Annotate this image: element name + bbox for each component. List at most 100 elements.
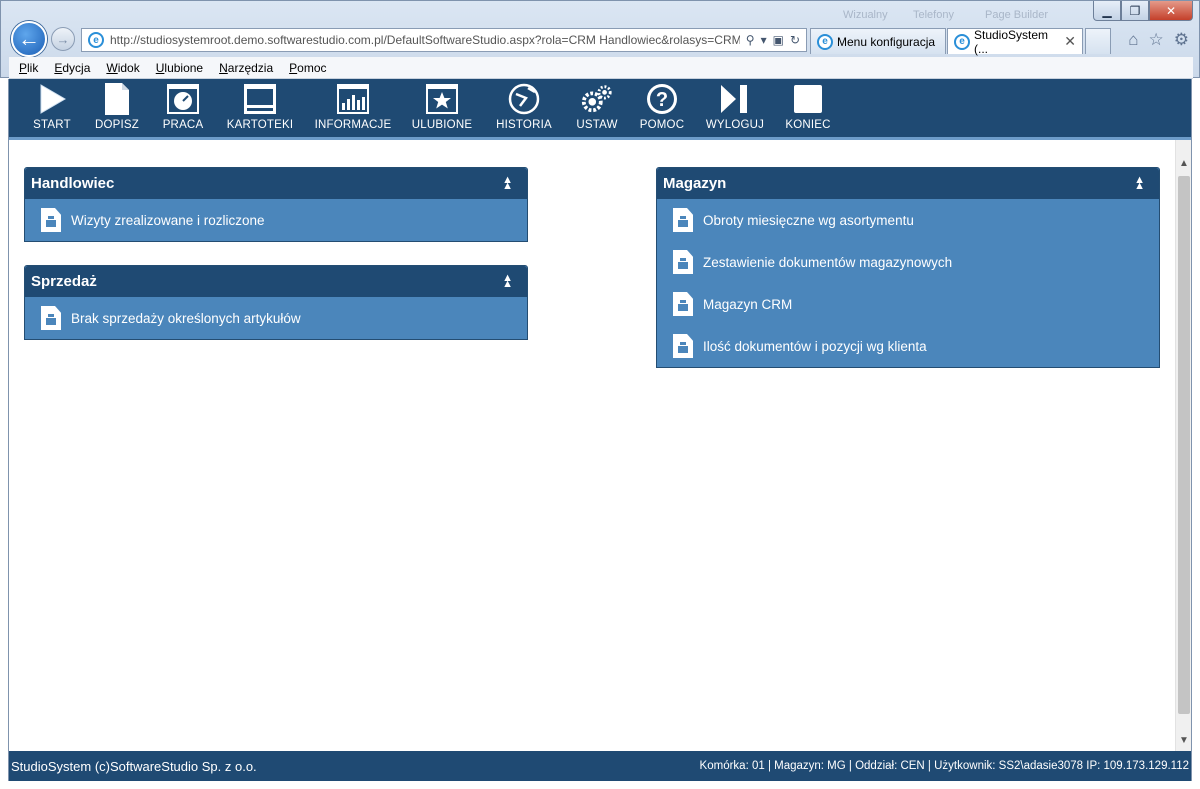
ie-tab-icon: e	[954, 33, 970, 50]
item-label: Zestawienie dokumentów magazynowych	[703, 254, 953, 270]
address-url[interactable]: http://studiosystemroot.demo.softwarestu…	[110, 33, 740, 47]
status-bar: StudioSystem (c)SoftwareStudio Sp. z o.o…	[9, 751, 1191, 781]
dopisz-button[interactable]: DOPISZ	[83, 79, 151, 137]
item-label: Magazyn CRM	[703, 296, 793, 312]
panel-title: Magazyn	[663, 175, 727, 192]
panel-header[interactable]: Magazyn ▲ ▲	[657, 168, 1159, 199]
list-item[interactable]: Wizyty zrealizowane i rozliczone	[25, 199, 527, 241]
list-item[interactable]: Obroty miesięczne wg asortymentu	[657, 199, 1159, 241]
report-document-icon	[673, 292, 693, 316]
report-document-icon	[41, 208, 61, 232]
ghost-toolbar: Page Builder	[985, 9, 1048, 21]
panel-header[interactable]: Sprzedaż ▲ ▲	[25, 266, 527, 297]
panel-header[interactable]: Handlowiec ▲ ▲	[25, 168, 527, 199]
item-label: Obroty miesięczne wg asortymentu	[703, 212, 914, 228]
item-label: Ilość dokumentów i pozycji wg klienta	[703, 338, 927, 354]
report-document-icon	[673, 250, 693, 274]
home-icon[interactable]: ⌂	[1128, 30, 1138, 50]
panel-sprzedaz: Sprzedaż ▲ ▲ Brak sprzedaży określonych a…	[24, 265, 528, 340]
ghost-toolbar: Telefony	[913, 9, 954, 21]
panel-magazyn: Magazyn ▲ ▲ Obroty miesięczne wg asortyme…	[656, 167, 1160, 368]
ulubione-button[interactable]: ULUBIONE	[401, 79, 483, 137]
report-document-icon	[41, 306, 61, 330]
menu-pomoc[interactable]: Pomoc	[289, 61, 326, 75]
new-tab-button[interactable]	[1085, 28, 1111, 54]
report-document-icon	[673, 208, 693, 232]
item-label: Brak sprzedaży określonych artykułów	[71, 310, 301, 326]
koniec-button[interactable]: KONIEC	[775, 79, 841, 137]
scroll-up-icon[interactable]: ▲	[1176, 154, 1192, 172]
ie-page-icon: e	[88, 32, 104, 48]
praca-button[interactable]: PRACA	[151, 79, 215, 137]
logout-icon	[718, 82, 752, 116]
minimize-button[interactable]: ▁	[1093, 1, 1121, 21]
scroll-down-icon[interactable]: ▼	[1176, 731, 1192, 749]
main-content: Handlowiec ▲ ▲ Wizyty zrealizowane i rozl…	[9, 140, 1175, 751]
help-icon: ?	[645, 82, 679, 116]
historia-button[interactable]: HISTORIA	[483, 79, 565, 137]
kartoteki-button[interactable]: KARTOTEKI	[215, 79, 305, 137]
item-label: Wizyty zrealizowane i rozliczone	[71, 212, 265, 228]
settings-gear-icon[interactable]: ⚙	[1174, 30, 1189, 50]
forward-button[interactable]: →	[51, 27, 75, 51]
play-icon	[35, 82, 69, 116]
collapse-icon[interactable]: ▲ ▲	[1134, 175, 1145, 192]
menu-bar: Plik Edycja Widok Ulubione Narzędzia Pom…	[9, 57, 1193, 79]
address-bar[interactable]: e http://studiosystemroot.demo.softwares…	[81, 28, 807, 52]
vertical-scrollbar[interactable]: ▲ ▼	[1175, 140, 1191, 751]
list-item[interactable]: Brak sprzedaży określonych artykułów	[25, 297, 527, 339]
session-info: Komórka: 01 | Magazyn: MG | Oddział: CEN…	[699, 760, 1189, 772]
panel-handlowiec: Handlowiec ▲ ▲ Wizyty zrealizowane i rozl…	[24, 167, 528, 242]
history-icon	[507, 82, 541, 116]
ie-tab-icon: e	[817, 33, 833, 50]
bar-chart-icon	[336, 82, 370, 116]
list-item[interactable]: Zestawienie dokumentów magazynowych	[657, 241, 1159, 283]
list-item[interactable]: Magazyn CRM	[657, 283, 1159, 325]
wyloguj-button[interactable]: WYLOGUJ	[695, 79, 775, 137]
arrow-left-icon: ←	[18, 26, 40, 51]
panel-title: Sprzedaż	[31, 273, 97, 290]
square-icon	[791, 82, 825, 116]
start-button[interactable]: START	[21, 79, 83, 137]
list-item[interactable]: Ilość dokumentów i pozycji wg klienta	[657, 325, 1159, 367]
window-icon	[243, 82, 277, 116]
tab-menu-konfiguracja[interactable]: e Menu konfiguracja	[810, 28, 946, 54]
search-icon[interactable]: ⚲	[746, 33, 755, 47]
favorites-star-icon[interactable]: ☆	[1149, 30, 1164, 50]
ghost-toolbar: Wizualny	[843, 9, 888, 21]
collapse-icon[interactable]: ▲ ▲	[502, 175, 513, 192]
informacje-button[interactable]: INFORMACJE	[305, 79, 401, 137]
menu-widok[interactable]: Widok	[106, 61, 139, 75]
tab-label: StudioSystem (...	[974, 27, 1049, 56]
copyright-text: StudioSystem (c)SoftwareStudio Sp. z o.o…	[11, 758, 257, 774]
arrow-right-icon: →	[56, 31, 70, 47]
application: START DOPISZ PRACA KARTOTEKI INFORMACJE	[8, 79, 1192, 781]
gauge-icon	[166, 82, 200, 116]
window-controls: ▁ ❐ ✕	[1093, 1, 1193, 21]
close-window-button[interactable]: ✕	[1149, 1, 1193, 21]
scroll-thumb[interactable]	[1178, 176, 1190, 714]
tab-studiosystem[interactable]: e StudioSystem (... ✕	[947, 27, 1083, 56]
browser-chrome: Wizualny Telefony Page Builder ▁ ❐ ✕ ← →…	[0, 0, 1200, 79]
menu-plik[interactable]: Plik	[19, 61, 38, 75]
menu-narzedzia[interactable]: Narzędzia	[219, 61, 273, 75]
svg-text:?: ?	[656, 89, 668, 111]
dropdown-icon[interactable]: ▾	[761, 33, 767, 47]
main-toolbar: START DOPISZ PRACA KARTOTEKI INFORMACJE	[9, 79, 1191, 140]
pomoc-button[interactable]: ? POMOC	[629, 79, 695, 137]
new-document-icon	[100, 82, 134, 116]
collapse-icon[interactable]: ▲ ▲	[502, 273, 513, 290]
tab-label: Menu konfiguracja	[837, 34, 936, 49]
menu-edycja[interactable]: Edycja	[54, 61, 90, 75]
report-document-icon	[673, 334, 693, 358]
refresh-icon[interactable]: ↻	[790, 33, 800, 47]
maximize-button[interactable]: ❐	[1121, 1, 1149, 21]
panel-title: Handlowiec	[31, 175, 115, 192]
ustaw-button[interactable]: USTAW	[565, 79, 629, 137]
back-button[interactable]: ←	[11, 21, 47, 57]
gears-icon	[580, 82, 614, 116]
star-icon	[425, 82, 459, 116]
tab-close-icon[interactable]: ✕	[1064, 33, 1076, 50]
menu-ulubione[interactable]: Ulubione	[156, 61, 203, 75]
compatibility-icon[interactable]: ▣	[773, 33, 784, 47]
